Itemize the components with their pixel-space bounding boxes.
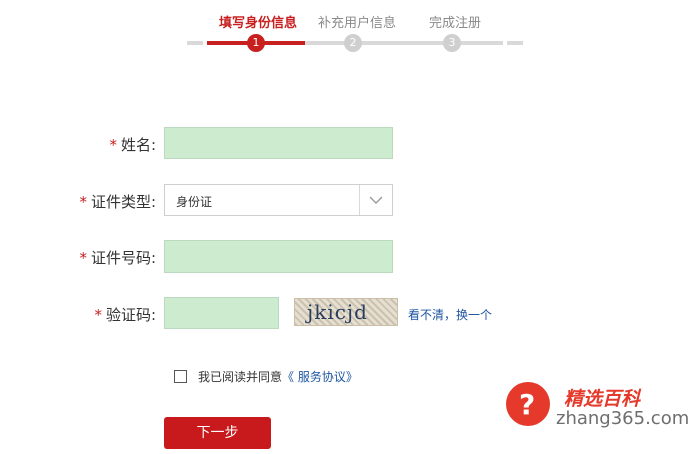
captcha-text: jkicjd — [307, 300, 368, 324]
step-track-rest — [305, 41, 503, 45]
required-mark: * — [94, 306, 102, 324]
id-number-label: * 证件号码: — [79, 249, 156, 267]
step-3-label: 完成注册 — [429, 16, 482, 31]
step-track-right — [507, 41, 523, 45]
id-type-select[interactable]: 身份证 — [164, 184, 393, 216]
required-mark: * — [79, 249, 87, 267]
next-button[interactable]: 下一步 — [164, 417, 271, 449]
name-input[interactable] — [164, 127, 393, 159]
id-type-label: * 证件类型: — [79, 193, 156, 211]
agree-checkbox[interactable] — [174, 370, 187, 383]
id-number-input[interactable] — [164, 240, 393, 273]
question-icon: ? — [506, 382, 550, 426]
watermark-url: zhang365.com — [556, 408, 690, 429]
chevron-down-icon[interactable] — [359, 185, 392, 215]
agreement-link[interactable]: 《 服务协议》 — [282, 370, 358, 384]
step-3-dot: 3 — [443, 34, 461, 52]
watermark-title: 精选百科 — [564, 388, 641, 410]
step-indicator: 填写身份信息 补充用户信息 完成注册 1 2 3 — [0, 0, 692, 60]
step-2-dot: 2 — [344, 34, 362, 52]
name-label: * 姓名: — [109, 136, 156, 154]
refresh-captcha-link[interactable]: 看不清，换一个 — [408, 306, 492, 323]
required-mark: * — [109, 136, 117, 154]
captcha-image[interactable]: jkicjd — [294, 298, 398, 326]
required-mark: * — [79, 193, 87, 211]
agree-text: 我已阅读并同意《 服务协议》 — [198, 370, 358, 384]
step-1-label: 填写身份信息 — [219, 16, 298, 31]
step-track-left — [187, 41, 203, 45]
id-type-value: 身份证 — [176, 195, 213, 209]
step-2-label: 补充用户信息 — [318, 16, 397, 31]
step-1-dot: 1 — [247, 34, 265, 52]
captcha-label: * 验证码: — [94, 306, 156, 324]
captcha-input[interactable] — [164, 297, 279, 329]
